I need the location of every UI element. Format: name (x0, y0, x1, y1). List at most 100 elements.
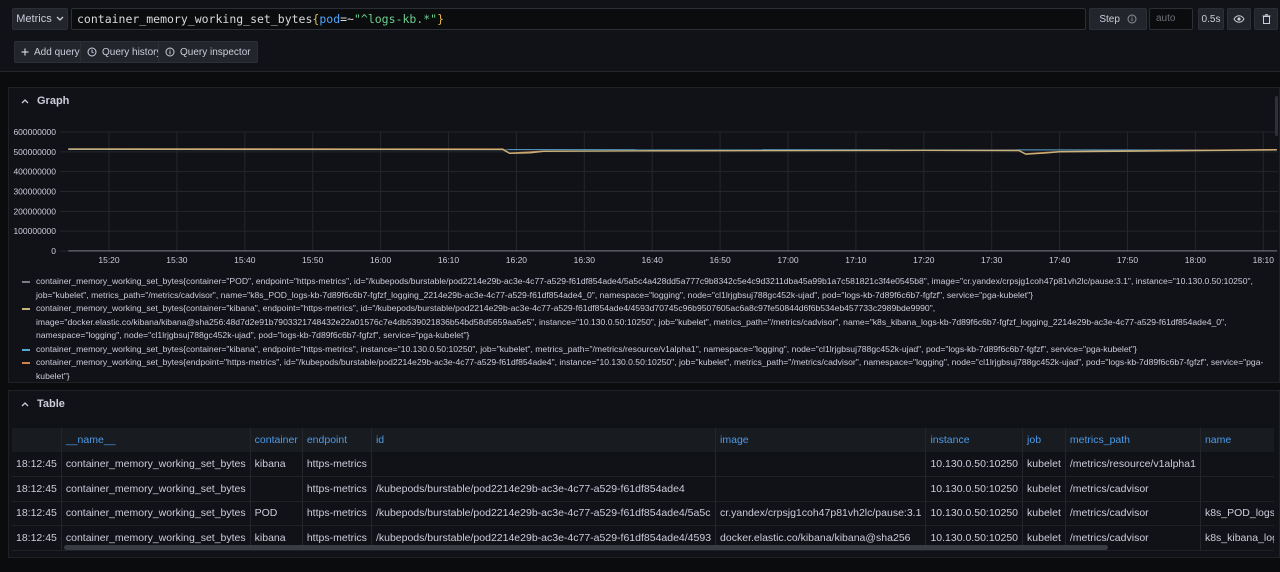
graph-panel-title: Graph (37, 95, 70, 107)
table-cell: k8s_kibana_logs-kb-7d89f6c6b7-fgfzf (1200, 525, 1274, 551)
table-row[interactable]: 18:12:45 container_memory_working_set_byt… (12, 452, 1274, 477)
query-operator-token: =~ (340, 12, 354, 26)
y-tick-label: 600000000 (13, 127, 56, 137)
vertical-scrollbar[interactable] (1275, 96, 1278, 136)
table-cell: https-metrics (302, 452, 372, 477)
legend-item[interactable]: container_memory_working_set_bytes{conta… (14, 302, 1276, 343)
table-cell: /metrics/resource/v1alpha1 (1065, 452, 1201, 477)
legend-label: container_memory_working_set_bytes{conta… (36, 343, 1137, 354)
x-tick-label: 16:40 (642, 255, 664, 265)
y-tick-label: 0 (51, 246, 56, 256)
x-tick-label: 17:00 (777, 255, 799, 265)
table-cell: container_memory_working_set_bytes (61, 501, 251, 526)
table-cell: kibana (250, 452, 303, 477)
column-header[interactable]: id (371, 428, 717, 452)
step-input[interactable]: auto (1149, 8, 1193, 30)
trash-icon (1262, 14, 1271, 24)
eye-icon (1233, 15, 1245, 23)
x-tick-label: 15:40 (234, 255, 256, 265)
history-icon (87, 47, 97, 57)
query-history-label: Query history (102, 46, 162, 58)
x-tick-label: 17:30 (981, 255, 1003, 265)
x-tick-label: 16:20 (506, 255, 528, 265)
table-cell: https-metrics (302, 476, 372, 502)
table-cell: 18:12:45 (12, 501, 62, 526)
x-tick-label: 18:00 (1185, 255, 1207, 265)
table-cell (715, 476, 927, 502)
table-cell: 18:12:45 (12, 525, 62, 551)
query-value-token: "^logs-kb.*" (353, 12, 438, 26)
x-tick-label: 15:50 (302, 255, 324, 265)
graph-chart[interactable]: 600000000 500000000 400000000 300000000 2000… (0, 124, 1280, 284)
column-header[interactable]: image (715, 428, 927, 452)
legend-label: container_memory_working_set_bytes{endpo… (36, 357, 1264, 381)
legend-item[interactable]: container_memory_working_set_bytes{conta… (14, 275, 1276, 302)
x-tick-label: 17:40 (1049, 255, 1071, 265)
table-cell: 10.130.0.50:10250 (925, 476, 1024, 502)
table-cell: cr.yandex/crpsjg1coh47p81vh2lc/pause:3.1 (715, 501, 927, 526)
column-header[interactable]: metrics_path (1065, 428, 1201, 452)
y-tick-label: 500000000 (13, 147, 56, 157)
legend-swatch (22, 281, 30, 283)
table-cell (371, 452, 717, 477)
x-tick-label: 15:20 (98, 255, 120, 265)
y-tick-label: 100000000 (13, 226, 56, 236)
y-tick-label: 300000000 (13, 187, 56, 197)
x-tick-label: 16:50 (709, 255, 731, 265)
column-header[interactable]: endpoint (302, 428, 372, 452)
chevron-up-icon (21, 96, 29, 106)
toggle-visibility-button[interactable] (1227, 8, 1251, 30)
x-tick-label: 17:20 (913, 255, 935, 265)
legend-item[interactable]: container_memory_working_set_bytes{endpo… (14, 356, 1276, 383)
graph-panel-header[interactable]: Graph (9, 88, 1279, 114)
table-panel-header[interactable]: Table (9, 391, 1279, 417)
table-panel-title: Table (37, 398, 65, 410)
x-tick-label: 18:10 (1253, 255, 1275, 265)
resolution-button[interactable]: 0.5s (1198, 8, 1224, 30)
query-metric-token: container_memory_working_set_bytes (77, 12, 313, 26)
table-cell: 10.130.0.50:10250 (925, 501, 1024, 526)
column-header[interactable]: container (250, 428, 303, 452)
chevron-down-icon (56, 16, 64, 22)
legend-item[interactable]: container_memory_working_set_bytes{conta… (14, 343, 1276, 357)
table-header-row: __name__ container endpoint id image instance… (12, 428, 1274, 452)
query-input[interactable]: container_memory_working_set_bytes{pod=~… (71, 8, 1086, 30)
column-header[interactable]: job (1022, 428, 1066, 452)
graph-legend: container_memory_working_set_bytes{conta… (14, 275, 1276, 383)
query-label-token: pod (319, 12, 341, 26)
table-row[interactable]: 18:12:45 container_memory_working_set_byt… (12, 476, 1274, 502)
remove-query-button[interactable] (1254, 8, 1278, 30)
add-query-button[interactable]: Add query (14, 41, 87, 63)
query-history-button[interactable]: Query history (80, 41, 169, 63)
datasource-label: Metrics (16, 13, 52, 25)
datasource-picker[interactable]: Metrics (12, 8, 68, 30)
step-button[interactable]: Step (1089, 8, 1147, 30)
column-header[interactable]: name (1200, 428, 1274, 452)
table-cell: /kubepods/burstable/pod2214e29b-ac3e-4c7… (371, 501, 717, 526)
table-cell: 10.130.0.50:10250 (925, 452, 1024, 477)
x-tick-label: 16:10 (438, 255, 460, 265)
table-row[interactable]: 18:12:45 container_memory_working_set_byt… (12, 501, 1274, 526)
x-tick-label: 17:10 (845, 255, 867, 265)
table-cell (1200, 452, 1274, 477)
results-table-container: __name__ container endpoint id image instance… (12, 428, 1274, 552)
query-editor: Metrics container_memory_working_set_byt… (0, 0, 1280, 72)
results-table: __name__ container endpoint id image instance… (12, 428, 1274, 551)
table-cell: container_memory_working_set_bytes (61, 452, 251, 477)
table-cell: /kubepods/burstable/pod2214e29b-ac3e-4c7… (371, 476, 717, 502)
table-cell: kubelet (1022, 501, 1066, 526)
x-tick-label: 17:50 (1117, 255, 1139, 265)
chevron-up-icon (21, 399, 29, 409)
column-header[interactable] (12, 428, 62, 452)
legend-swatch (22, 308, 30, 310)
x-tick-label: 16:00 (370, 255, 392, 265)
column-header[interactable]: instance (925, 428, 1024, 452)
table-cell (250, 476, 303, 502)
table-cell: https-metrics (302, 501, 372, 526)
query-inspector-button[interactable]: Query inspector (158, 41, 258, 63)
column-header[interactable]: __name__ (61, 428, 251, 452)
horizontal-scrollbar[interactable] (64, 545, 1108, 550)
info-circle-icon (165, 47, 175, 57)
table-cell: /metrics/cadvisor (1065, 501, 1201, 526)
table-cell: /metrics/cadvisor (1065, 476, 1201, 502)
